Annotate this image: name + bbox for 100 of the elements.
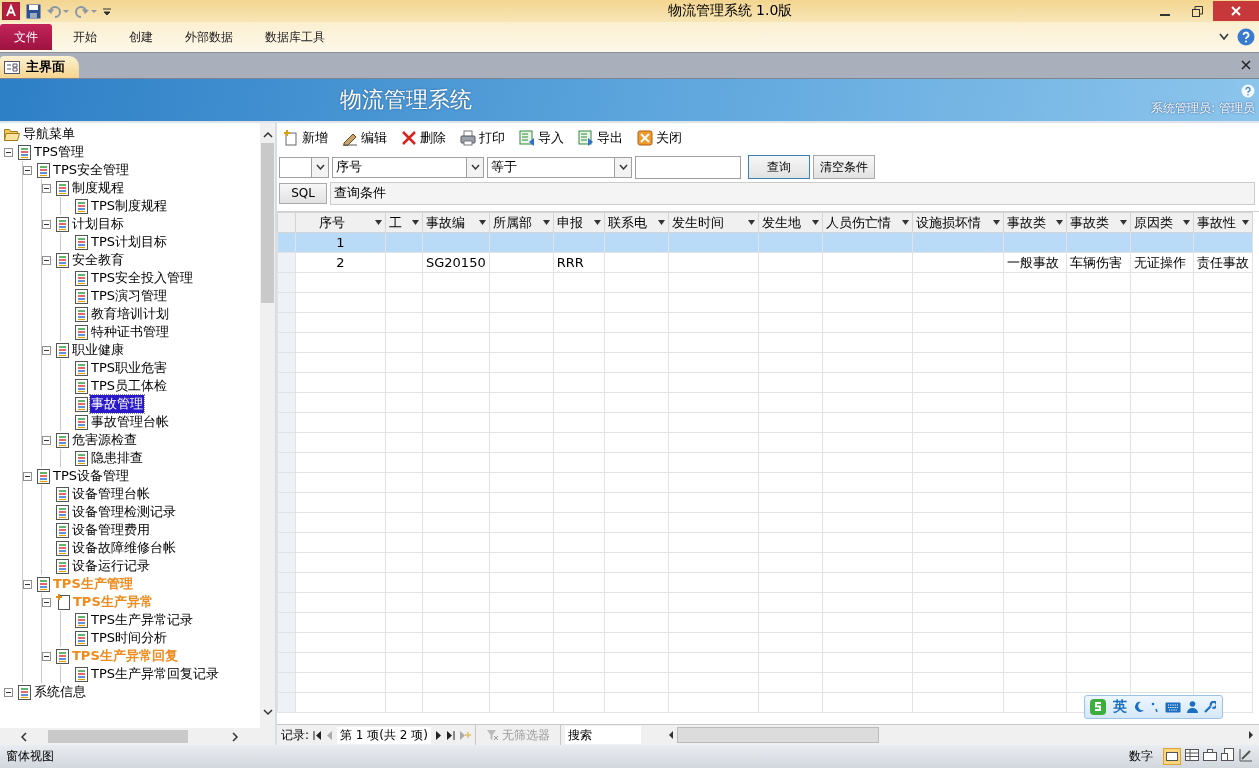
keyboard-icon[interactable] xyxy=(1165,701,1181,713)
caret-icon[interactable] xyxy=(542,220,550,225)
caret-icon[interactable] xyxy=(1119,220,1127,225)
ribbon-tab[interactable]: 外部数据 xyxy=(169,24,249,50)
tree-item[interactable]: TPS计划目标 xyxy=(90,233,169,251)
tree-item[interactable]: TPS演习管理 xyxy=(90,287,169,305)
tree-item[interactable]: TPS制度规程 xyxy=(90,197,169,215)
moon-icon[interactable] xyxy=(1133,701,1145,713)
collapse-icon[interactable] xyxy=(23,471,32,481)
tree-item[interactable]: 设备管理检测记录 xyxy=(71,503,177,521)
punctuation-icon[interactable] xyxy=(1151,701,1159,713)
wrench-icon[interactable] xyxy=(1204,701,1216,713)
tree-item[interactable]: 危害源检查 xyxy=(71,431,138,449)
ribbon-tab[interactable]: 开始 xyxy=(57,24,113,50)
tree-item[interactable]: TPS安全管理 xyxy=(52,161,131,179)
column-header[interactable]: 事故类 xyxy=(1066,212,1131,233)
collapse-icon[interactable] xyxy=(42,435,51,445)
tree-item[interactable]: 特种证书管理 xyxy=(90,323,170,341)
vertical-scrollbar[interactable] xyxy=(260,123,275,728)
tree-item[interactable]: TPS员工体检 xyxy=(90,377,169,395)
tree-item[interactable]: 设备故障维修台帐 xyxy=(71,539,177,557)
column-header[interactable]: 设施损坏情 xyxy=(912,212,1004,233)
scroll-thumb[interactable] xyxy=(48,730,188,743)
collapse-icon[interactable] xyxy=(42,345,51,355)
toolbar-button[interactable]: 导出 xyxy=(578,129,623,147)
save-icon[interactable] xyxy=(26,3,41,19)
caret-icon[interactable] xyxy=(478,220,486,225)
field-dropdown[interactable]: 序号 xyxy=(332,156,484,178)
toolbar-button[interactable]: 关闭 xyxy=(637,129,682,147)
tree-item[interactable]: 事故管理 xyxy=(90,395,144,413)
customize-icon[interactable] xyxy=(103,6,111,16)
caret-icon[interactable] xyxy=(747,220,755,225)
collapse-icon[interactable] xyxy=(4,687,13,697)
collapse-icon[interactable] xyxy=(42,219,51,229)
collapse-icon[interactable] xyxy=(42,651,51,661)
ribbon-tab[interactable]: 文件 xyxy=(0,24,52,50)
tree-item[interactable]: 安全教育 xyxy=(71,251,125,269)
tree-item[interactable]: TPS职业危害 xyxy=(90,359,169,377)
condition-field[interactable]: 查询条件 xyxy=(330,181,1255,205)
column-header[interactable]: 事故类 xyxy=(1003,212,1067,233)
collapse-icon[interactable] xyxy=(23,579,32,589)
column-header[interactable]: 申报 xyxy=(553,212,605,233)
collapse-icon[interactable] xyxy=(42,183,51,193)
tree-item[interactable]: 设备运行记录 xyxy=(71,557,151,575)
tree-item[interactable]: 制度规程 xyxy=(71,179,125,197)
caret-icon[interactable] xyxy=(811,220,819,225)
close-button[interactable] xyxy=(1213,1,1259,21)
collapse-icon[interactable] xyxy=(23,165,32,175)
datasheet-view-icon[interactable] xyxy=(1185,748,1199,762)
toolbar-button[interactable]: 新增 xyxy=(283,129,328,147)
column-header[interactable]: 人员伤亡情 xyxy=(822,212,913,233)
tree-item[interactable]: TPS设备管理 xyxy=(52,467,131,485)
tree-item[interactable]: 系统信息 xyxy=(33,683,87,701)
help-icon[interactable] xyxy=(1241,83,1255,98)
query-button[interactable]: 查询 xyxy=(748,155,810,179)
tree-item[interactable]: TPS时间分析 xyxy=(90,629,169,647)
ime-toolbar[interactable]: 英 xyxy=(1084,695,1223,719)
scroll-right-icon[interactable] xyxy=(1247,730,1255,740)
scroll-left-icon[interactable] xyxy=(20,731,28,742)
tree-item[interactable]: 隐患排查 xyxy=(90,449,144,467)
column-header[interactable]: 工 xyxy=(385,212,423,233)
column-header[interactable]: 所属部 xyxy=(489,212,554,233)
column-header[interactable]: 原因类 xyxy=(1130,212,1194,233)
caret-icon[interactable] xyxy=(657,220,665,225)
search-field[interactable]: 搜索 xyxy=(564,726,641,744)
scroll-up-icon[interactable] xyxy=(262,131,273,139)
toolbar-button[interactable]: 删除 xyxy=(401,129,446,147)
record-position[interactable]: 第 1 项(共 2 项) xyxy=(337,726,431,744)
ime-mode[interactable]: 英 xyxy=(1113,698,1127,716)
next-record-icon[interactable] xyxy=(434,730,442,740)
caret-icon[interactable] xyxy=(375,220,382,225)
tree-root[interactable]: 导航菜单 xyxy=(22,125,76,143)
form-view-icon[interactable] xyxy=(1163,748,1181,765)
layout-view-icon[interactable] xyxy=(1221,748,1235,762)
ribbon-tab[interactable]: 数据库工具 xyxy=(249,24,341,50)
sql-button[interactable]: SQL xyxy=(279,182,327,204)
close-icon[interactable] xyxy=(1241,60,1251,70)
query-button[interactable]: 清空条件 xyxy=(813,155,875,179)
toolbar-button[interactable]: 打印 xyxy=(460,129,505,147)
caret-icon[interactable] xyxy=(992,220,1000,225)
caret-icon[interactable] xyxy=(412,220,419,225)
column-header[interactable]: 序号 xyxy=(295,212,386,233)
scroll-thumb[interactable] xyxy=(261,143,274,303)
last-record-icon[interactable] xyxy=(445,730,455,740)
tree-item[interactable]: 事故管理台帐 xyxy=(90,413,170,431)
tree-item[interactable]: TPS安全投入管理 xyxy=(90,269,195,287)
caret-icon[interactable] xyxy=(593,220,601,225)
caret-icon[interactable] xyxy=(901,220,909,225)
caret-icon[interactable] xyxy=(1182,220,1190,225)
person-icon[interactable] xyxy=(1187,701,1198,713)
collapse-icon[interactable] xyxy=(42,597,51,607)
table-row[interactable]: 1 xyxy=(277,232,1253,253)
tree-item[interactable]: TPS生产异常回复记录 xyxy=(90,665,221,683)
tree-item[interactable]: 设备管理费用 xyxy=(71,521,151,539)
tree-item[interactable]: TPS生产异常记录 xyxy=(90,611,195,629)
horizontal-scrollbar[interactable] xyxy=(0,728,275,745)
column-header[interactable]: 发生地 xyxy=(758,212,823,233)
ribbon-tab[interactable]: 创建 xyxy=(113,24,169,50)
collapse-icon[interactable] xyxy=(42,255,51,265)
tree-item[interactable]: 设备管理台帐 xyxy=(71,485,151,503)
